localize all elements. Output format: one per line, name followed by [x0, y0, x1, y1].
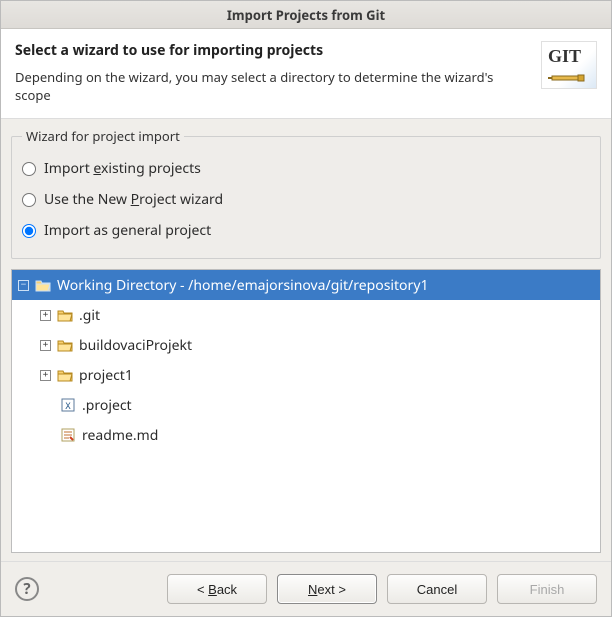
tree-root-label: Working Directory - /home/emajorsinova/g…: [57, 276, 428, 295]
expand-icon[interactable]: +: [40, 340, 51, 351]
page-subtitle: Depending on the wizard, you may select …: [15, 68, 515, 104]
wizard-group: Wizard for project import Import existin…: [11, 127, 601, 259]
cancel-button[interactable]: Cancel: [387, 574, 487, 604]
git-banner-label: GIT: [548, 46, 581, 67]
tree-view[interactable]: − Working Directory - /home/emajorsinova…: [11, 269, 601, 553]
svg-text:X: X: [65, 402, 71, 412]
header-area: Select a wizard to use for importing pro…: [1, 29, 611, 119]
expand-icon[interactable]: +: [40, 370, 51, 381]
collapse-icon[interactable]: −: [18, 280, 29, 291]
radio-import-existing-input[interactable]: [22, 162, 36, 176]
radio-general-project[interactable]: Import as general project: [22, 215, 590, 246]
git-banner-icon: GIT: [541, 41, 597, 89]
dialog-window: Import Projects from Git Select a wizard…: [0, 0, 612, 617]
radio-label: Use the New Project wizard: [44, 190, 223, 209]
header-text: Select a wizard to use for importing pro…: [15, 41, 533, 104]
folder-icon: [57, 338, 73, 352]
folder-open-icon: [35, 278, 51, 292]
expand-icon[interactable]: +: [40, 310, 51, 321]
button-bar: ? < Back Next > Cancel Finish: [1, 561, 611, 616]
xml-file-icon: X: [60, 398, 76, 412]
back-button[interactable]: < Back: [167, 574, 267, 604]
tree-item-buildovaci[interactable]: + buildovaciProjekt: [12, 330, 600, 360]
folder-icon: [57, 368, 73, 382]
radio-label: Import as general project: [44, 221, 211, 240]
tree-item-label: readme.md: [82, 426, 158, 445]
help-button[interactable]: ?: [15, 577, 39, 601]
tree-item-readme[interactable]: readme.md: [12, 420, 600, 450]
title-bar: Import Projects from Git: [1, 1, 611, 29]
tree-item-label: .git: [79, 306, 100, 325]
tree-item-label: project1: [79, 366, 133, 385]
folder-icon: [57, 308, 73, 322]
window-title: Import Projects from Git: [227, 6, 385, 24]
tree-item-project1[interactable]: + project1: [12, 360, 600, 390]
radio-general-project-input[interactable]: [22, 224, 36, 238]
radio-new-project-input[interactable]: [22, 193, 36, 207]
markdown-file-icon: [60, 428, 76, 442]
tree-item-label: buildovaciProjekt: [79, 336, 192, 355]
radio-new-project[interactable]: Use the New Project wizard: [22, 184, 590, 215]
tree-root[interactable]: − Working Directory - /home/emajorsinova…: [12, 270, 600, 300]
tree-item-git[interactable]: + .git: [12, 300, 600, 330]
tree-item-dotproject[interactable]: X .project: [12, 390, 600, 420]
content-area: Wizard for project import Import existin…: [1, 119, 611, 561]
next-button[interactable]: Next >: [277, 574, 377, 604]
finish-button: Finish: [497, 574, 597, 604]
radio-label: Import existing projects: [44, 159, 201, 178]
radio-import-existing[interactable]: Import existing projects: [22, 153, 590, 184]
wizard-legend: Wizard for project import: [22, 127, 184, 145]
tree-item-label: .project: [82, 396, 132, 415]
page-title: Select a wizard to use for importing pro…: [15, 41, 533, 60]
